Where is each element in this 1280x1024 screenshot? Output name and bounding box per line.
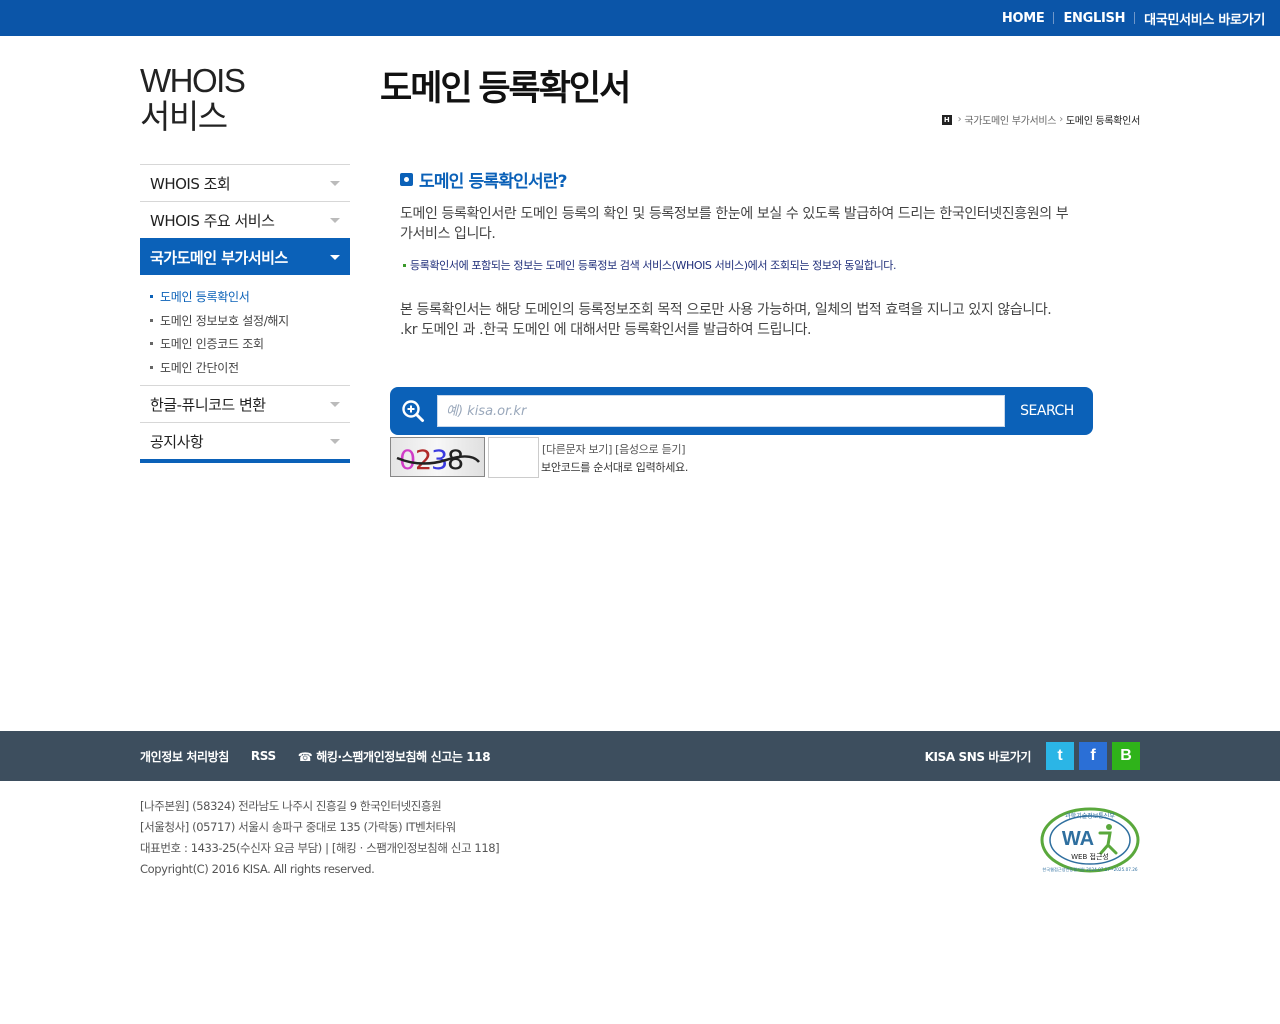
twitter-icon[interactable]: t — [1046, 742, 1074, 770]
menu-item-label: 국가도메인 부가서비스 — [150, 248, 288, 267]
menu-item-notice[interactable]: 공지사항 — [140, 422, 350, 459]
sns-label: KISA SNS 바로가기 — [924, 749, 1032, 764]
chevron-down-icon — [330, 217, 340, 223]
search-button[interactable]: SEARCH — [1011, 395, 1083, 427]
chevron-down-icon — [330, 438, 340, 444]
privacy-policy-link[interactable]: 개인정보 처리방침 — [140, 748, 229, 765]
menu-item-whois-lookup[interactable]: WHOIS 조회 — [140, 164, 350, 201]
report-text: 해킹·스팸개인정보침해 신고는 118 — [316, 749, 491, 764]
captcha-char: 2 — [415, 445, 432, 476]
menu-item-punycode[interactable]: 한글-퓨니코드 변환 — [140, 385, 350, 422]
menu-item-label: 공지사항 — [150, 432, 204, 451]
english-link[interactable]: ENGLISH — [1063, 11, 1125, 26]
phone-info: 대표번호 : 1433-25(수신자 요금 부담) | [해킹 · 스팸개인정보… — [140, 841, 500, 855]
facebook-icon[interactable]: f — [1079, 742, 1107, 770]
submenu: 도메인 등록확인서 도메인 정보보호 설정/해지 도메인 인증코드 조회 도메인… — [140, 275, 350, 385]
bullet-icon — [400, 173, 413, 186]
captcha-audio-link[interactable]: [음성으로 듣기] — [615, 441, 685, 457]
usage-notice-line: .kr 도메인 과 .한국 도메인 에 대해서만 등록확인서를 발급하여 드립니… — [400, 322, 812, 338]
home-link[interactable]: HOME — [1002, 11, 1045, 26]
breadcrumb: H › 국가도메인 부가서비스 › 도메인 등록확인서 — [941, 112, 1140, 127]
divider — [1134, 12, 1136, 24]
breadcrumb-item[interactable]: 국가도메인 부가서비스 — [964, 112, 1056, 127]
section-title-text: 도메인 등록확인서란? — [419, 172, 568, 192]
footer-address: [나주본원] (58324) 전라남도 나주시 진흥길 9 한국인터넷진흥원 [… — [140, 796, 500, 880]
captcha-input[interactable] — [488, 437, 539, 478]
home-icon[interactable]: H — [941, 114, 952, 125]
info-note-text: 등록확인서에 포함되는 정보는 도메인 등록정보 검색 서비스(WHOIS 서비… — [410, 259, 897, 272]
captcha-drawing: 0 2 3 8 — [396, 445, 480, 476]
report-info: ☎ 해킹·스팸개인정보침해 신고는 118 — [297, 748, 491, 765]
top-nav: HOME ENGLISH 대국민서비스 바로가기 — [1002, 0, 1265, 36]
submenu-item-privacy-setting[interactable]: 도메인 정보보호 설정/해지 — [150, 309, 350, 333]
section-title: 도메인 등록확인서란? — [400, 167, 568, 192]
captcha-char: 8 — [447, 445, 464, 476]
submenu-item-registration-cert[interactable]: 도메인 등록확인서 — [150, 285, 350, 309]
sns-links: KISA SNS 바로가기 t f B — [925, 742, 1140, 770]
footer-bar: 개인정보 처리방침 RSS ☎ 해킹·스팸개인정보침해 신고는 118 KISA … — [0, 731, 1280, 781]
blog-icon[interactable]: B — [1112, 742, 1140, 770]
domain-search-input[interactable] — [437, 395, 1005, 427]
bullet-icon — [403, 263, 406, 267]
site-title-line2: 서비스 — [140, 98, 228, 135]
chevron-down-icon — [330, 180, 340, 186]
menu-item-label: WHOIS 주요 서비스 — [150, 211, 275, 230]
domain-search-bar: SEARCH — [390, 387, 1093, 435]
info-note: 등록확인서에 포함되는 정보는 도메인 등록정보 검색 서비스(WHOIS 서비… — [403, 257, 897, 273]
side-menu: WHOIS 조회 WHOIS 주요 서비스 국가도메인 부가서비스 도메인 등록… — [140, 164, 350, 463]
divider — [1053, 12, 1055, 24]
top-bar: HOME ENGLISH 대국민서비스 바로가기 — [0, 0, 1280, 36]
zoom-in-icon — [402, 400, 424, 422]
phone-icon: ☎ — [297, 749, 313, 764]
wa-center-text: WA — [1062, 828, 1094, 850]
usage-notice-line: 본 등록확인서는 해당 도메인의 등록정보조회 목적 으로만 사용 가능하며, … — [400, 302, 1052, 318]
address-seoul: [서울청사] (05717) 서울시 송파구 중대로 135 (가락동) IT벤… — [140, 820, 456, 834]
address-naju: [나주본원] (58324) 전라남도 나주시 진흥길 9 한국인터넷진흥원 — [140, 799, 442, 813]
menu-item-label: WHOIS 조회 — [150, 174, 231, 193]
chevron-right-icon: › — [1059, 114, 1063, 125]
menu-bottom-bar — [140, 459, 350, 463]
breadcrumb-current: 도메인 등록확인서 — [1065, 116, 1140, 127]
menu-item-whois-services[interactable]: WHOIS 주요 서비스 — [140, 201, 350, 238]
usage-notice: 본 등록확인서는 해당 도메인의 등록정보조회 목적 으로만 사용 가능하며, … — [400, 300, 1080, 340]
chevron-right-icon: › — [957, 114, 962, 125]
wa-label: WEB 접근성 — [1071, 852, 1109, 861]
copyright: Copyright(C) 2016 KISA. All rights reser… — [140, 862, 375, 876]
site-title-line1: WHOIS — [140, 62, 246, 99]
submenu-item-auth-code[interactable]: 도메인 인증코드 조회 — [150, 332, 350, 356]
captcha-refresh-link[interactable]: [다른문자 보기] — [542, 441, 612, 457]
page-title: 도메인 등록확인서 — [380, 69, 631, 108]
chevron-down-icon — [330, 401, 340, 407]
wa-top-text: 과학기술정보통신부 — [1065, 812, 1115, 820]
chevron-down-icon — [330, 254, 340, 260]
footer-links: 개인정보 처리방침 RSS ☎ 해킹·스팸개인정보침해 신고는 118 — [140, 731, 491, 781]
civil-service-link[interactable]: 대국민서비스 바로가기 — [1144, 9, 1265, 28]
menu-item-label: 한글-퓨니코드 변환 — [150, 395, 266, 414]
wa-bottom-text: 한국웹접근성인증평가원 2024.07.27~2025.07.26 — [1042, 866, 1138, 873]
captcha-links: [다른문자 보기] [음성으로 듣기] — [542, 441, 686, 457]
submenu-item-simple-transfer[interactable]: 도메인 간단이전 — [150, 356, 350, 380]
captcha-image: 0 2 3 8 — [390, 437, 485, 477]
menu-item-national-domain[interactable]: 국가도메인 부가서비스 — [140, 238, 350, 275]
site-title[interactable]: WHOIS 서비스 — [140, 62, 246, 135]
web-accessibility-mark: 과학기술정보통신부 WA WEB 접근성 한국웹접근성인증평가원 2024.07… — [1040, 807, 1140, 873]
rss-link[interactable]: RSS — [251, 749, 276, 763]
captcha-help-text: 보안코드를 순서대로 입력하세요. — [541, 461, 689, 474]
description-text: 도메인 등록확인서란 도메인 등록의 확인 및 등록정보를 한눈에 보실 수 있… — [400, 206, 1069, 242]
